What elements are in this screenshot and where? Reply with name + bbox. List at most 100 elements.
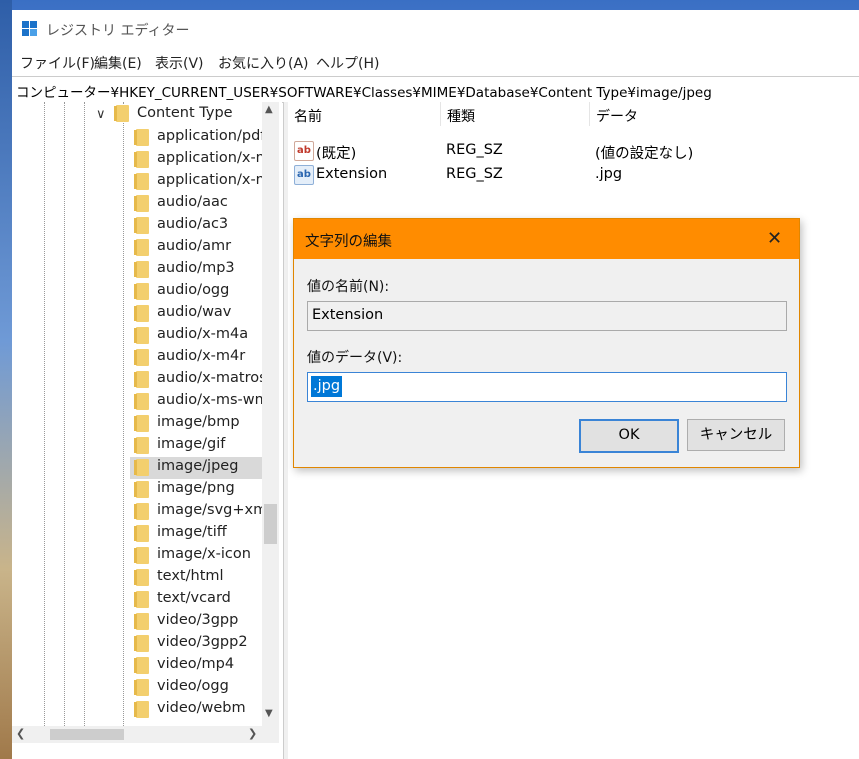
- tree-item[interactable]: image/x-icon: [130, 545, 272, 567]
- tree-item[interactable]: image/tiff: [130, 523, 272, 545]
- folder-icon: [134, 635, 149, 652]
- value-name-label: 値の名前(N):: [307, 279, 390, 295]
- selected-text[interactable]: .jpg: [311, 376, 343, 397]
- scroll-thumb[interactable]: [264, 504, 277, 544]
- scroll-thumb-horizontal[interactable]: [50, 729, 124, 740]
- tree-item-content-type[interactable]: Content Type: [137, 105, 233, 121]
- menu-bar: ファイル(F) 編集(E) 表示(V) お気に入り(A) ヘルプ(H): [12, 50, 859, 74]
- tree-item[interactable]: image/svg+xml: [130, 501, 272, 523]
- folder-icon: [134, 393, 149, 410]
- tree-item-label: video/mp4: [157, 656, 235, 672]
- folder-icon: [134, 503, 149, 520]
- desktop-background: [0, 0, 12, 759]
- column-header-name[interactable]: 名前: [288, 102, 441, 126]
- string-value-icon: ab: [294, 165, 314, 185]
- tree-item[interactable]: application/pdf: [130, 127, 272, 149]
- scroll-left-icon[interactable]: ❮: [16, 727, 25, 740]
- value-data-input[interactable]: .jpg: [307, 372, 787, 402]
- folder-icon: [134, 151, 149, 168]
- folder-icon: [134, 371, 149, 388]
- menu-edit[interactable]: 編集(E): [94, 53, 142, 73]
- tree-item-label: audio/mp3: [157, 260, 235, 276]
- tree-item-label: audio/ogg: [157, 282, 230, 298]
- window-title: レジストリ エディター: [46, 23, 190, 39]
- tree-item[interactable]: audio/x-m4r: [130, 347, 272, 369]
- folder-icon: [134, 129, 149, 146]
- tree-item[interactable]: image/jpeg: [130, 457, 272, 479]
- chevron-down-icon[interactable]: ∨: [96, 107, 110, 122]
- value-data: (値の設定なし): [595, 146, 694, 162]
- tree-item-label: audio/aac: [157, 194, 228, 210]
- menu-file[interactable]: ファイル(F): [20, 53, 95, 73]
- string-value-icon: ab: [294, 141, 314, 161]
- folder-icon: [134, 481, 149, 498]
- value-type: REG_SZ: [446, 166, 503, 182]
- ok-button[interactable]: OK: [579, 419, 679, 453]
- folder-icon: [134, 217, 149, 234]
- dialog-title-bar[interactable]: 文字列の編集 ✕: [294, 219, 799, 259]
- tree-item[interactable]: application/x-m: [130, 171, 272, 193]
- tree-item-label: image/jpeg: [157, 458, 239, 474]
- tree-item[interactable]: video/mp4: [130, 655, 272, 677]
- tree-item-label: application/pdf: [157, 128, 266, 144]
- tree-item[interactable]: video/3gpp: [130, 611, 272, 633]
- title-bar: レジストリ エディター: [12, 10, 859, 46]
- folder-icon: [134, 305, 149, 322]
- tree-horizontal-scrollbar[interactable]: ❮ ❯: [12, 726, 279, 743]
- tree-item[interactable]: application/x-m: [130, 149, 272, 171]
- dialog-title: 文字列の編集: [305, 234, 392, 250]
- folder-icon: [134, 173, 149, 190]
- folder-icon: [134, 591, 149, 608]
- folder-icon: [134, 569, 149, 586]
- tree-item[interactable]: image/gif: [130, 435, 272, 457]
- cancel-button[interactable]: キャンセル: [687, 419, 785, 451]
- menu-favorites[interactable]: お気に入り(A): [218, 53, 309, 73]
- column-header-data[interactable]: データ: [590, 102, 858, 126]
- value-row[interactable]: ab (既定) REG_SZ (値の設定なし): [288, 139, 859, 163]
- folder-icon: [134, 613, 149, 630]
- tree-item-label: image/bmp: [157, 414, 240, 430]
- tree-item[interactable]: text/html: [130, 567, 272, 589]
- tree-item[interactable]: video/webm: [130, 699, 272, 721]
- tree-vertical-scrollbar[interactable]: ▲ ▼: [262, 102, 279, 742]
- tree-item[interactable]: audio/x-m4a: [130, 325, 272, 347]
- tree-item[interactable]: video/3gpp2: [130, 633, 272, 655]
- tree-item[interactable]: audio/x-ms-wm: [130, 391, 272, 413]
- tree-item[interactable]: image/png: [130, 479, 272, 501]
- tree-item[interactable]: image/bmp: [130, 413, 272, 435]
- scroll-down-icon[interactable]: ▼: [265, 708, 273, 719]
- key-tree: ∨ Content Type application/pdf applicatio…: [12, 102, 282, 742]
- tree-item-label: audio/x-m4a: [157, 326, 249, 342]
- tree-item[interactable]: audio/wav: [130, 303, 272, 325]
- value-row[interactable]: ab Extension REG_SZ .jpg: [288, 163, 859, 187]
- registry-app-icon: [22, 21, 38, 37]
- value-data: .jpg: [595, 166, 623, 182]
- address-bar[interactable]: コンピューター¥HKEY_CURRENT_USER¥SOFTWARE¥Class…: [12, 76, 859, 103]
- folder-icon: [134, 525, 149, 542]
- tree-item[interactable]: audio/aac: [130, 193, 272, 215]
- folder-icon: [114, 105, 129, 122]
- scroll-up-icon[interactable]: ▲: [265, 104, 273, 115]
- tree-item[interactable]: text/vcard: [130, 589, 272, 611]
- value-name-field: Extension: [307, 301, 787, 331]
- tree-item-label: audio/x-matros: [157, 370, 267, 386]
- column-header-type[interactable]: 種類: [441, 102, 590, 126]
- tree-item-label: image/svg+xml: [157, 502, 272, 518]
- tree-item[interactable]: audio/mp3: [130, 259, 272, 281]
- close-icon[interactable]: ✕: [767, 228, 782, 249]
- tree-item-label: video/webm: [157, 700, 246, 716]
- address-path[interactable]: コンピューター¥HKEY_CURRENT_USER¥SOFTWARE¥Class…: [16, 81, 712, 101]
- tree-item-label: video/ogg: [157, 678, 229, 694]
- tree-item-label: application/x-m: [157, 172, 270, 188]
- tree-item[interactable]: audio/ac3: [130, 215, 272, 237]
- tree-item[interactable]: audio/x-matros: [130, 369, 272, 391]
- tree-item[interactable]: audio/amr: [130, 237, 272, 259]
- tree-item[interactable]: audio/ogg: [130, 281, 272, 303]
- folder-icon: [134, 239, 149, 256]
- scroll-right-icon[interactable]: ❯: [248, 727, 257, 740]
- menu-help[interactable]: ヘルプ(H): [316, 53, 379, 73]
- tree-item-label: audio/ac3: [157, 216, 229, 232]
- folder-icon: [134, 657, 149, 674]
- menu-view[interactable]: 表示(V): [155, 53, 204, 73]
- tree-item[interactable]: video/ogg: [130, 677, 272, 699]
